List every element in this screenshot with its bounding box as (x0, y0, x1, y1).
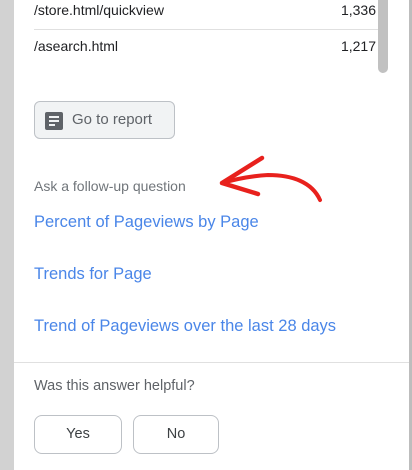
followup-link-percent-pageviews[interactable]: Percent of Pageviews by Page (34, 213, 259, 232)
pageview-count: 1,217 (340, 38, 376, 54)
helpful-question: Was this answer helpful? (34, 378, 195, 394)
no-button[interactable]: No (133, 415, 219, 454)
insights-panel: /store.html/quickview 1,336 /asearch.htm… (14, 0, 409, 470)
page-path: /asearch.html (34, 38, 119, 54)
page-path: /store.html/quickview (34, 2, 164, 18)
followup-link-trend-28-days[interactable]: Trend of Pageviews over the last 28 days (34, 317, 336, 336)
table-row: /store.html/quickview 1,336 (34, 2, 376, 22)
yes-button[interactable]: Yes (34, 415, 122, 454)
go-to-report-label: Go to report (72, 111, 153, 128)
row-divider (34, 29, 388, 30)
scrollbar-thumb[interactable] (378, 0, 388, 73)
table-row: /asearch.html 1,217 (34, 38, 376, 58)
followup-link-trends-for-page[interactable]: Trends for Page (34, 265, 152, 284)
left-edge-bar (0, 0, 14, 470)
section-divider (14, 362, 409, 363)
report-icon (45, 112, 63, 130)
go-to-report-button[interactable]: Go to report (34, 101, 175, 139)
followup-heading: Ask a follow-up question (34, 178, 186, 194)
pageview-count: 1,336 (340, 2, 376, 18)
